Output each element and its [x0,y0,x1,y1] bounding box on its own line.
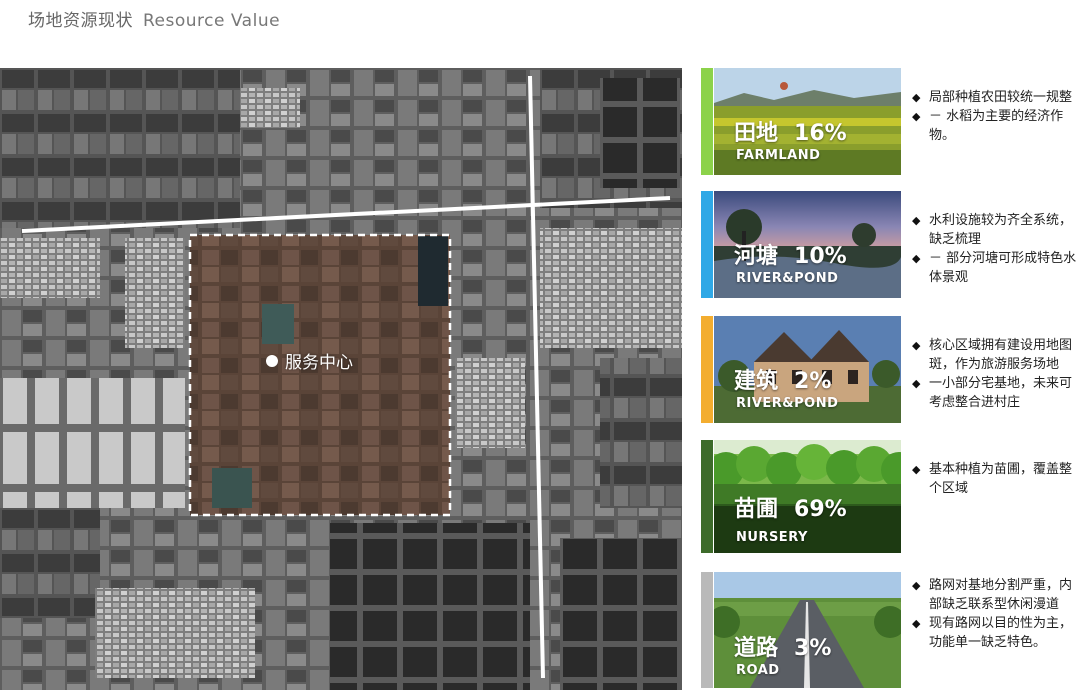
bullet-item: 水利设施较为齐全系统，缺乏梳理 [909,211,1079,249]
road-photo: 道路 3% ROAD [714,572,901,688]
building-en-label: RIVER&POND [736,396,839,411]
nursery-bullets: 基本种植为苗圃，覆盖整个区域 [909,460,1079,498]
bullet-item: 一小部分宅基地，未来可考虑整合进村庄 [909,374,1079,412]
card-road: 道路3% ROAD 路网对基地分割严重，内部缺乏联系型休闲漫道 现有路网以目的性… [701,572,1080,688]
road-color-bar [701,572,713,688]
farmland-photo: 田地 16% FARMLAND [714,68,901,175]
nursery-title: 苗圃 69% [734,497,847,522]
service-center-label: 服务中心 [285,353,353,373]
bullet-item: 核心区域拥有建设用地图斑，作为旅游服务场地 [909,336,1079,374]
nursery-photo: 苗圃 69% NURSERY [714,440,901,553]
nursery-en-label: NURSERY [736,530,808,545]
river-pond-color-bar [701,191,713,298]
bullet-item: － 水稻为主要的经济作物。 [909,107,1079,145]
bullet-item: 现有路网以目的性为主， 功能单一缺乏特色。 [909,614,1079,652]
farmland-en-label: FARMLAND [736,148,821,163]
farmland-title: 田地 16% [734,121,847,146]
road-bullets: 路网对基地分割严重，内部缺乏联系型休闲漫道 现有路网以目的性为主， 功能单一缺乏… [909,576,1079,652]
bullet-item: － 部分河塘可形成特色水体景观 [909,249,1079,287]
aerial-map: 服务中心 [0,68,682,690]
card-nursery: 苗圃69% NURSERY 基本种植为苗圃，覆盖整个区域 [701,440,1080,553]
building-color-bar [701,316,713,423]
bullet-item: 局部种植农田较统一规整 [909,88,1079,107]
river-pond-bullets: 水利设施较为齐全系统，缺乏梳理 － 部分河塘可形成特色水体景观 [909,211,1079,287]
building-photo: 建筑 2% RIVER&POND [714,316,901,423]
card-farmland: 田地16% FARMLAND 局部种植农田较统一规整 － 水稻为主要的经济作物。 [701,68,1080,175]
farmland-color-bar [701,68,713,175]
page-title-en: Resource Value [143,11,281,31]
bullet-item: 基本种植为苗圃，覆盖整个区域 [909,460,1079,498]
river-pond-photo: 河塘 10% RIVER&POND [714,191,901,298]
farmland-bullets: 局部种植农田较统一规整 － 水稻为主要的经济作物。 [909,88,1079,145]
bullet-item: 路网对基地分割严重，内部缺乏联系型休闲漫道 [909,576,1079,614]
building-title: 建筑 2% [734,369,832,394]
road-en-label: ROAD [736,663,780,678]
river-pond-title: 河塘 10% [734,244,847,269]
card-river-pond: 河塘10% RIVER&POND 水利设施较为齐全系统，缺乏梳理 － 部分河塘可… [701,191,1080,298]
nursery-color-bar [701,440,713,553]
card-building: 建筑2% RIVER&POND 核心区域拥有建设用地图斑，作为旅游服务场地 一小… [701,316,1080,423]
service-center-marker [266,355,278,367]
page-title: 场地资源现状 Resource Value [28,6,280,31]
page-title-cn: 场地资源现状 [28,11,133,31]
building-bullets: 核心区域拥有建设用地图斑，作为旅游服务场地 一小部分宅基地，未来可考虑整合进村庄 [909,336,1079,412]
aerial-map-image [0,68,682,690]
river-pond-en-label: RIVER&POND [736,271,839,286]
road-title: 道路 3% [734,636,832,661]
